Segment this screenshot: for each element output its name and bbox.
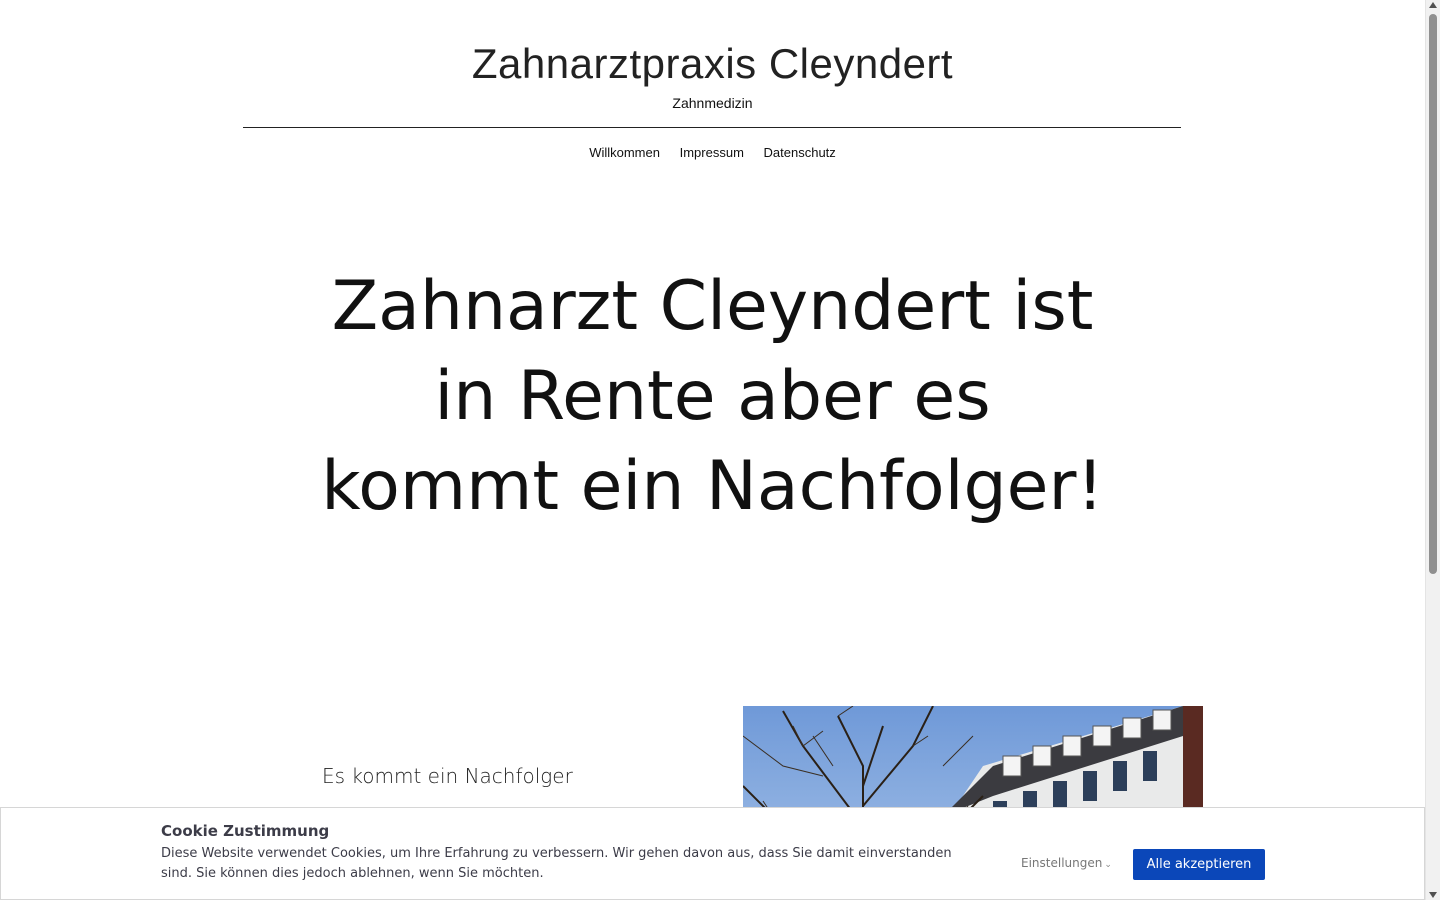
page: Zahnarztpraxis Cleyndert Zahnmedizin Wil…: [0, 0, 1425, 900]
cookie-consent-banner: Cookie Zustimmung Diese Website verwende…: [0, 807, 1425, 900]
scrollbar[interactable]: [1425, 0, 1440, 900]
chevron-down-icon: ⌄: [1104, 860, 1112, 870]
hero-heading: Zahnarzt Cleyndert ist in Rente aber es …: [300, 262, 1125, 532]
cookie-settings-button[interactable]: Einstellungen ⌄: [1021, 856, 1112, 870]
scroll-thumb[interactable]: [1429, 14, 1437, 574]
main-nav: Willkommen Impressum Datenschutz: [0, 145, 1425, 160]
cookie-title: Cookie Zustimmung: [161, 822, 330, 840]
scroll-down-arrow-icon[interactable]: [1429, 892, 1437, 898]
hero-line-3: kommt ein Nachfolger!: [321, 447, 1104, 526]
site-title[interactable]: Zahnarztpraxis Cleyndert: [0, 40, 1425, 88]
hero-line-1: Zahnarzt Cleyndert ist: [331, 267, 1094, 346]
scroll-up-arrow-icon[interactable]: [1429, 2, 1437, 8]
header-divider: [243, 127, 1181, 128]
section-subheading: Es kommt ein Nachfolger: [322, 764, 573, 788]
cookie-settings-label: Einstellungen: [1021, 856, 1103, 870]
hero-line-2: in Rente aber es: [434, 357, 991, 436]
cookie-text: Diese Website verwendet Cookies, um Ihre…: [161, 846, 952, 881]
nav-item-impressum[interactable]: Impressum: [680, 145, 744, 160]
site-subtitle: Zahnmedizin: [672, 95, 753, 111]
nav-item-datenschutz[interactable]: Datenschutz: [764, 145, 836, 160]
nav-item-willkommen[interactable]: Willkommen: [589, 145, 660, 160]
accept-all-cookies-button[interactable]: Alle akzeptieren: [1133, 849, 1265, 880]
